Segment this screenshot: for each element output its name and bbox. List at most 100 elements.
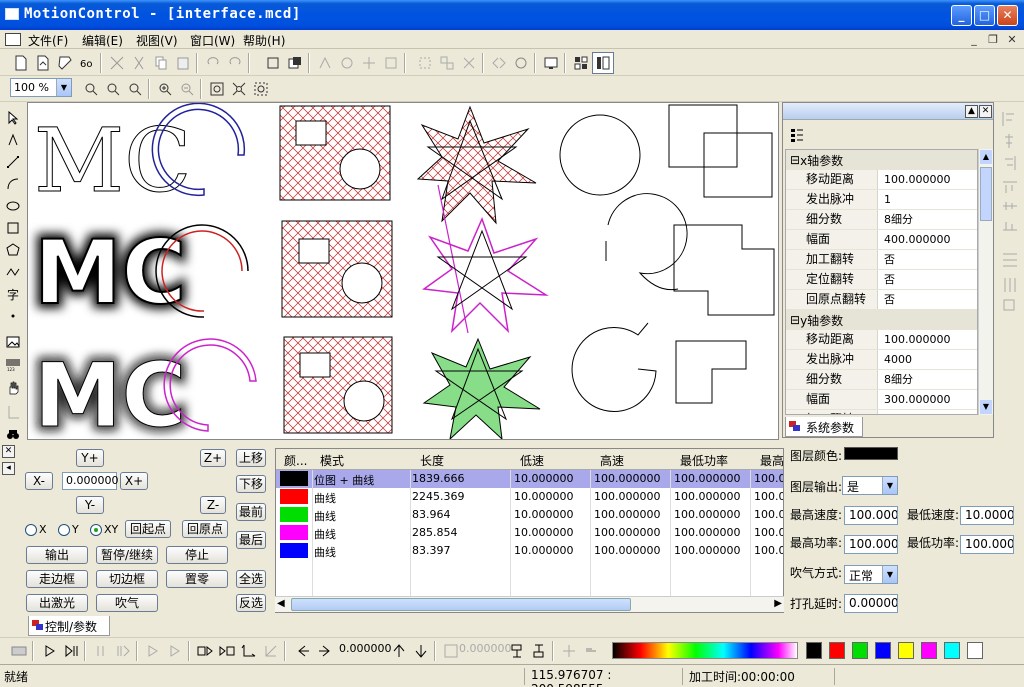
- bitmap-tool-icon[interactable]: [3, 332, 23, 352]
- menu-file[interactable]: 文件(F): [28, 32, 68, 49]
- select-node-icon[interactable]: [262, 52, 284, 74]
- arrow-right-icon[interactable]: [314, 640, 336, 662]
- rotate-icon[interactable]: [510, 52, 532, 74]
- zoom-plus-icon[interactable]: [154, 78, 176, 100]
- play-step-icon[interactable]: [60, 640, 82, 662]
- x-plus-button[interactable]: X+: [120, 472, 148, 490]
- blow-button[interactable]: 吹气: [96, 594, 158, 612]
- arrow-down-icon[interactable]: [410, 640, 432, 662]
- property-row[interactable]: 细分数 8细分: [786, 370, 977, 390]
- measure-tool-icon[interactable]: [3, 402, 23, 422]
- layer-table[interactable]: 颜... 模式 长度 低速 高速 最低功率 最高 位图 + 曲线 1839.66…: [275, 448, 784, 613]
- table-row[interactable]: 曲线 83.964 10.000000 100.000000 100.00000…: [276, 506, 783, 524]
- scroll-right-icon[interactable]: ▶: [774, 598, 782, 609]
- property-row[interactable]: 加工翻转否: [786, 250, 977, 270]
- step-forward-icon[interactable]: [112, 640, 134, 662]
- color-swatch-cyan[interactable]: [944, 642, 960, 659]
- preview-icon[interactable]: [540, 52, 562, 74]
- min-power-input[interactable]: 100.000000: [960, 535, 1014, 554]
- table-row[interactable]: 曲线 285.854 10.000000 100.000000 100.0000…: [276, 524, 783, 542]
- menu-help[interactable]: 帮助(H): [243, 32, 285, 49]
- transform-icon-2[interactable]: [336, 52, 358, 74]
- title-bar[interactable]: MotionControl - [interface.mcd] _ □ ✕: [0, 0, 1024, 30]
- play-icon[interactable]: [38, 640, 60, 662]
- forward2-disabled-icon[interactable]: [164, 640, 186, 662]
- property-row[interactable]: 定位翻转否: [786, 270, 977, 290]
- rectangle-tool-icon[interactable]: [3, 218, 23, 238]
- property-scrollbar[interactable]: ▲ ▼: [978, 149, 993, 415]
- polyline-tool-icon[interactable]: [3, 262, 23, 282]
- mirror-icon[interactable]: [488, 52, 510, 74]
- property-row[interactable]: 幅面 400.000000: [786, 230, 977, 250]
- z-plus-button[interactable]: Z+: [200, 449, 226, 467]
- step-input[interactable]: 0.000000: [62, 472, 119, 490]
- z-minus-button[interactable]: Z-: [200, 496, 226, 514]
- axis-origin-icon[interactable]: [238, 640, 260, 662]
- paste-icon[interactable]: [172, 52, 194, 74]
- barcode-tool-icon[interactable]: 123: [3, 354, 23, 374]
- table-row[interactable]: 位图 + 曲线 1839.666 10.000000 100.000000 10…: [276, 470, 783, 488]
- select-arrow-icon[interactable]: [3, 108, 23, 128]
- point-tool-icon[interactable]: [3, 306, 23, 326]
- binoculars-icon[interactable]: [3, 424, 23, 444]
- layer-icon[interactable]: [284, 52, 306, 74]
- min-speed-input[interactable]: 10.000000: [960, 506, 1014, 525]
- polygon-tool-icon[interactable]: [3, 240, 23, 260]
- color-swatch-yellow[interactable]: [898, 642, 914, 659]
- arrow-up-icon[interactable]: [388, 640, 410, 662]
- bring-front-button[interactable]: 最前: [236, 503, 266, 521]
- save-file-icon[interactable]: [54, 52, 76, 74]
- layout-icon-1[interactable]: [570, 52, 592, 74]
- pause-resume-button[interactable]: 暂停/继续: [96, 546, 158, 564]
- radio-y[interactable]: [58, 524, 70, 536]
- menu-window[interactable]: 窗口(W): [190, 32, 235, 49]
- return-start-button[interactable]: 回起点: [125, 520, 171, 538]
- drill-delay-input[interactable]: 0.000000: [844, 594, 898, 613]
- color-spectrum[interactable]: [612, 642, 798, 659]
- blow-mode-select[interactable]: 正常 ▼: [844, 565, 898, 584]
- property-group-x[interactable]: ⊟ x轴参数: [786, 150, 977, 170]
- ellipse-tool-icon[interactable]: [3, 196, 23, 216]
- x-minus-button[interactable]: X-: [25, 472, 53, 490]
- zoom-select-icon[interactable]: [250, 78, 272, 100]
- move-down-button[interactable]: 下移: [236, 475, 266, 493]
- color-swatch-white[interactable]: [967, 642, 983, 659]
- new-file-icon[interactable]: [10, 52, 32, 74]
- frame-run-icon[interactable]: [194, 640, 216, 662]
- return-origin-button[interactable]: 回原点: [182, 520, 228, 538]
- tab-system-params[interactable]: 系统参数: [785, 417, 863, 437]
- stop-button[interactable]: 停止: [166, 546, 228, 564]
- property-row[interactable]: 发出脉冲 1: [786, 190, 977, 210]
- send-back-button[interactable]: 最后: [236, 531, 266, 549]
- reset-zero-button[interactable]: 置零: [166, 570, 228, 588]
- radio-xy[interactable]: [90, 524, 102, 536]
- y-plus-button[interactable]: Y+: [76, 449, 104, 467]
- align-icon-1[interactable]: [506, 640, 528, 662]
- color-swatch-red[interactable]: [829, 642, 845, 659]
- property-panel-header[interactable]: ▲ ✕: [783, 103, 993, 120]
- mdi-minimize-button[interactable]: _: [966, 33, 982, 47]
- mdi-close-button[interactable]: ✕: [1004, 33, 1020, 47]
- zoom-in-icon[interactable]: [80, 78, 102, 100]
- maximize-button[interactable]: □: [974, 5, 995, 26]
- move-up-button[interactable]: 上移: [236, 449, 266, 467]
- transform-icon-4[interactable]: [380, 52, 402, 74]
- copy-icon[interactable]: [150, 52, 172, 74]
- property-grid[interactable]: ⊟ x轴参数 移动距离 100.000000 发出脉冲 1 细分数 8细分 幅面 400…: [785, 149, 978, 415]
- group-icon[interactable]: [414, 52, 436, 74]
- menu-edit[interactable]: 编辑(E): [82, 32, 123, 49]
- menu-view[interactable]: 视图(V): [136, 32, 178, 49]
- property-group-y[interactable]: ⊟ y轴参数: [786, 310, 977, 330]
- property-row[interactable]: 发出脉冲 4000: [786, 350, 977, 370]
- property-row[interactable]: 回原点翻转否: [786, 290, 977, 310]
- property-row[interactable]: 移动距离 100.000000: [786, 330, 977, 350]
- pause-icon[interactable]: [90, 640, 112, 662]
- import-icon[interactable]: 6o: [76, 52, 98, 74]
- color-swatch-magenta[interactable]: [921, 642, 937, 659]
- invert-select-button[interactable]: 反选: [236, 594, 266, 612]
- max-speed-input[interactable]: 100.000000: [844, 506, 898, 525]
- machine-icon[interactable]: [8, 640, 30, 662]
- scroll-left-icon[interactable]: ◀: [277, 598, 285, 609]
- color-swatch-blue[interactable]: [875, 642, 891, 659]
- curve-tool-icon[interactable]: [3, 174, 23, 194]
